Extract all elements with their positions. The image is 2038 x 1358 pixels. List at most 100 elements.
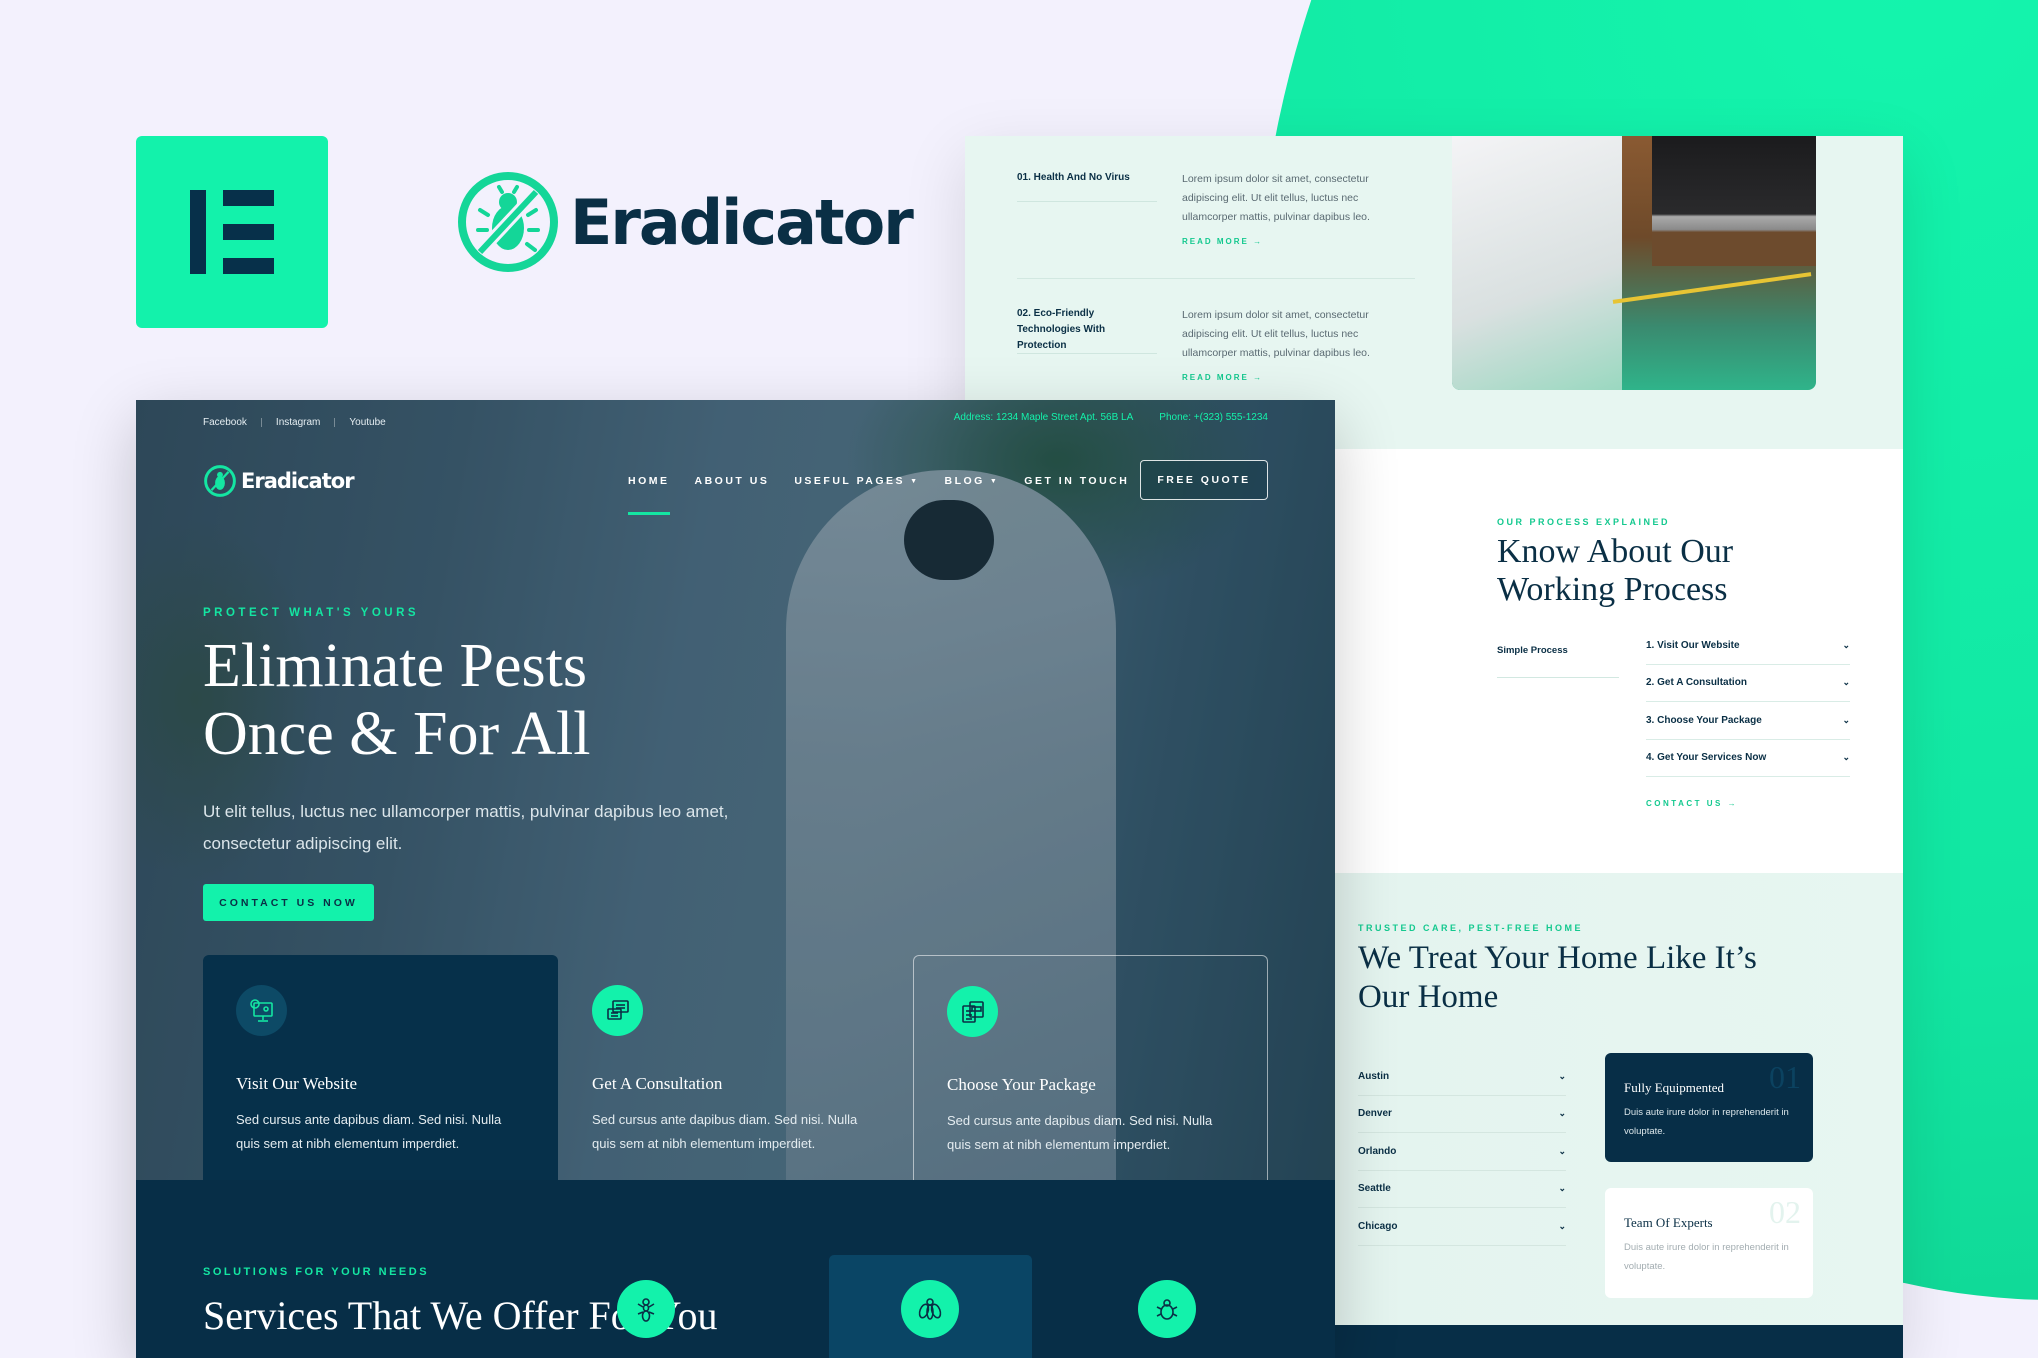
process-accordion: 1. Visit Our Website ⌄ 2. Get A Consultat… (1646, 627, 1850, 777)
accordion-item[interactable]: 2. Get A Consultation ⌄ (1646, 665, 1850, 702)
accordion-label: 2. Get A Consultation (1646, 677, 1747, 689)
elementor-logo-tile (136, 136, 328, 328)
card-number: 02 (1769, 1194, 1801, 1230)
divider (334, 417, 336, 427)
hero-title: Eliminate Pests Once & For All (203, 632, 590, 768)
no-bug-icon (204, 465, 236, 497)
chevron-down-icon: ⌄ (1558, 1145, 1566, 1156)
home-title-line: Our Home (1358, 979, 1499, 1015)
city-label: Chicago (1358, 1220, 1398, 1232)
nav-item-useful-pages[interactable]: USEFUL PAGES ▼ (794, 475, 919, 487)
phone-text[interactable]: Phone: +(323) 555-1234 (1159, 412, 1268, 432)
home-eyebrow: TRUSTED CARE, PEST-FREE HOME (1358, 923, 1584, 933)
feature-title-underline (1017, 201, 1157, 202)
caret-down-icon: ▼ (989, 477, 1000, 485)
city-label: Austin (1358, 1070, 1390, 1082)
step-card[interactable]: Get A Consultation Sed cursus ante dapib… (559, 955, 914, 1180)
tab-underline (1497, 677, 1619, 678)
chevron-down-icon: ⌄ (1842, 752, 1850, 763)
contact-us-link[interactable]: CONTACT US → (1646, 799, 1738, 808)
nav-label: BLOG (944, 475, 985, 487)
nav-item-about-us[interactable]: ABOUT US (695, 475, 770, 487)
accordion-label: 1. Visit Our Website (1646, 639, 1740, 651)
chevron-down-icon: ⌄ (1558, 1070, 1566, 1081)
feature-divider (1017, 278, 1415, 279)
city-label: Orlando (1358, 1145, 1397, 1157)
card-desc: Duis aute irure dolor in reprehenderit i… (1624, 1107, 1789, 1137)
free-quote-button[interactable]: FREE QUOTE (1140, 460, 1268, 500)
chevron-down-icon: ⌄ (1842, 677, 1850, 688)
process-eyebrow: OUR PROCESS EXPLAINED (1497, 517, 1671, 527)
services-section: SOLUTIONS FOR YOUR NEEDS Services That W… (136, 1180, 1335, 1358)
process-title-line: Know About Our (1497, 533, 1734, 570)
hero-title-line: Once & For All (203, 700, 591, 768)
process-title: Know About Our Working Process (1497, 533, 1733, 609)
nav-label: GET IN TOUCH (1024, 475, 1130, 487)
site-logo-text: Eradicator (241, 469, 355, 493)
nav-menu: HOME ABOUT US USEFUL PAGES ▼ BLOG ▼ GET IN… (628, 460, 1129, 515)
hero-title-line: Eliminate Pests (203, 632, 588, 700)
step-desc: Sed cursus ante dapibus diam. Sed nisi. … (592, 1112, 858, 1151)
nav-label: USEFUL PAGES (794, 475, 906, 487)
hero-eyebrow: PROTECT WHAT'S YOURS (203, 607, 420, 619)
social-links: Facebook Instagram Youtube (203, 412, 386, 432)
feature-title: 01. Health And No Virus (1017, 172, 1130, 183)
nav-label: ABOUT US (694, 475, 770, 487)
step-card[interactable]: Visit Our Website Sed cursus ante dapibu… (203, 955, 558, 1180)
contact-info: Address: 1234 Maple Street Apt. 56B LA P… (954, 412, 1268, 432)
feature-desc: Lorem ipsum dolor sit amet, consectetur … (1182, 173, 1370, 223)
feature-title-underline (1017, 353, 1157, 354)
brand-logo: Eradicator (456, 170, 914, 274)
youtube-link[interactable]: Youtube (349, 417, 385, 428)
instagram-link[interactable]: Instagram (276, 417, 320, 428)
step-desc: Sed cursus ante dapibus diam. Sed nisi. … (236, 1112, 502, 1151)
chevron-down-icon: ⌄ (1558, 1108, 1566, 1119)
accordion-item[interactable]: 3. Choose Your Package ⌄ (1646, 702, 1850, 740)
accordion-label: 4. Get Your Services Now (1646, 752, 1767, 764)
active-indicator (628, 512, 670, 515)
home-title: We Treat Your Home Like It’s Our Home (1358, 939, 1757, 1017)
services-eyebrow: SOLUTIONS FOR YOUR NEEDS (203, 1266, 430, 1278)
feature-title: 02. Eco-Friendly Technologies With Prote… (1017, 308, 1106, 351)
contact-us-now-button[interactable]: CONTACT US NOW (203, 884, 374, 921)
feature-desc: Lorem ipsum dolor sit amet, consectetur … (1182, 309, 1370, 359)
nav-label: HOME (628, 475, 670, 487)
step-title: Get A Consultation (592, 1074, 723, 1093)
divider (260, 417, 262, 427)
city-item[interactable]: Chicago ⌄ (1358, 1208, 1566, 1246)
main-nav: Eradicator HOME ABOUT US USEFUL PAGES ▼ B… (203, 460, 1268, 515)
city-item[interactable]: Orlando ⌄ (1358, 1133, 1566, 1171)
accordion-label: 3. Choose Your Package (1646, 714, 1762, 726)
caret-down-icon: ▼ (910, 477, 920, 485)
monitor-users-icon (236, 985, 287, 1036)
step-title: Visit Our Website (236, 1074, 358, 1093)
accordion-item[interactable]: 1. Visit Our Website ⌄ (1646, 627, 1850, 665)
step-title: Choose Your Package (947, 1075, 1096, 1094)
facebook-link[interactable]: Facebook (203, 417, 247, 428)
city-item[interactable]: Seattle ⌄ (1358, 1171, 1566, 1208)
tab-simple-process[interactable]: Simple Process (1497, 645, 1568, 656)
step-desc: Sed cursus ante dapibus diam. Sed nisi. … (947, 1113, 1213, 1152)
city-item[interactable]: Denver ⌄ (1358, 1096, 1566, 1133)
nav-item-get-in-touch[interactable]: GET IN TOUCH (1024, 475, 1129, 487)
step-card[interactable]: Choose Your Package Sed cursus ante dapi… (913, 955, 1268, 1180)
chevron-down-icon: ⌄ (1842, 714, 1850, 725)
read-more-link[interactable]: READ MORE → (1182, 373, 1263, 382)
bug-icon (1138, 1280, 1196, 1338)
accordion-item[interactable]: 4. Get Your Services Now ⌄ (1646, 740, 1850, 777)
nav-item-home[interactable]: HOME (628, 475, 670, 515)
fly-icon (901, 1280, 959, 1338)
no-bug-icon (458, 172, 558, 272)
read-more-link[interactable]: READ MORE → (1182, 237, 1263, 246)
ant-icon (617, 1280, 675, 1338)
brand-name: Eradicator (570, 185, 914, 259)
card-desc: Duis aute irure dolor in reprehenderit i… (1624, 1242, 1789, 1272)
city-label: Seattle (1358, 1183, 1391, 1195)
top-bar: Facebook Instagram Youtube Address: 1234… (203, 412, 1268, 432)
site-logo[interactable]: Eradicator (203, 464, 355, 498)
card-number: 01 (1769, 1059, 1801, 1095)
feature-card-dark: 01 Fully Equipmented Duis aute irure dol… (1605, 1053, 1813, 1162)
nav-item-blog[interactable]: BLOG ▼ (945, 475, 1000, 487)
pest-control-kitchen-photo (1452, 136, 1816, 390)
city-item[interactable]: Austin ⌄ (1358, 1058, 1566, 1096)
